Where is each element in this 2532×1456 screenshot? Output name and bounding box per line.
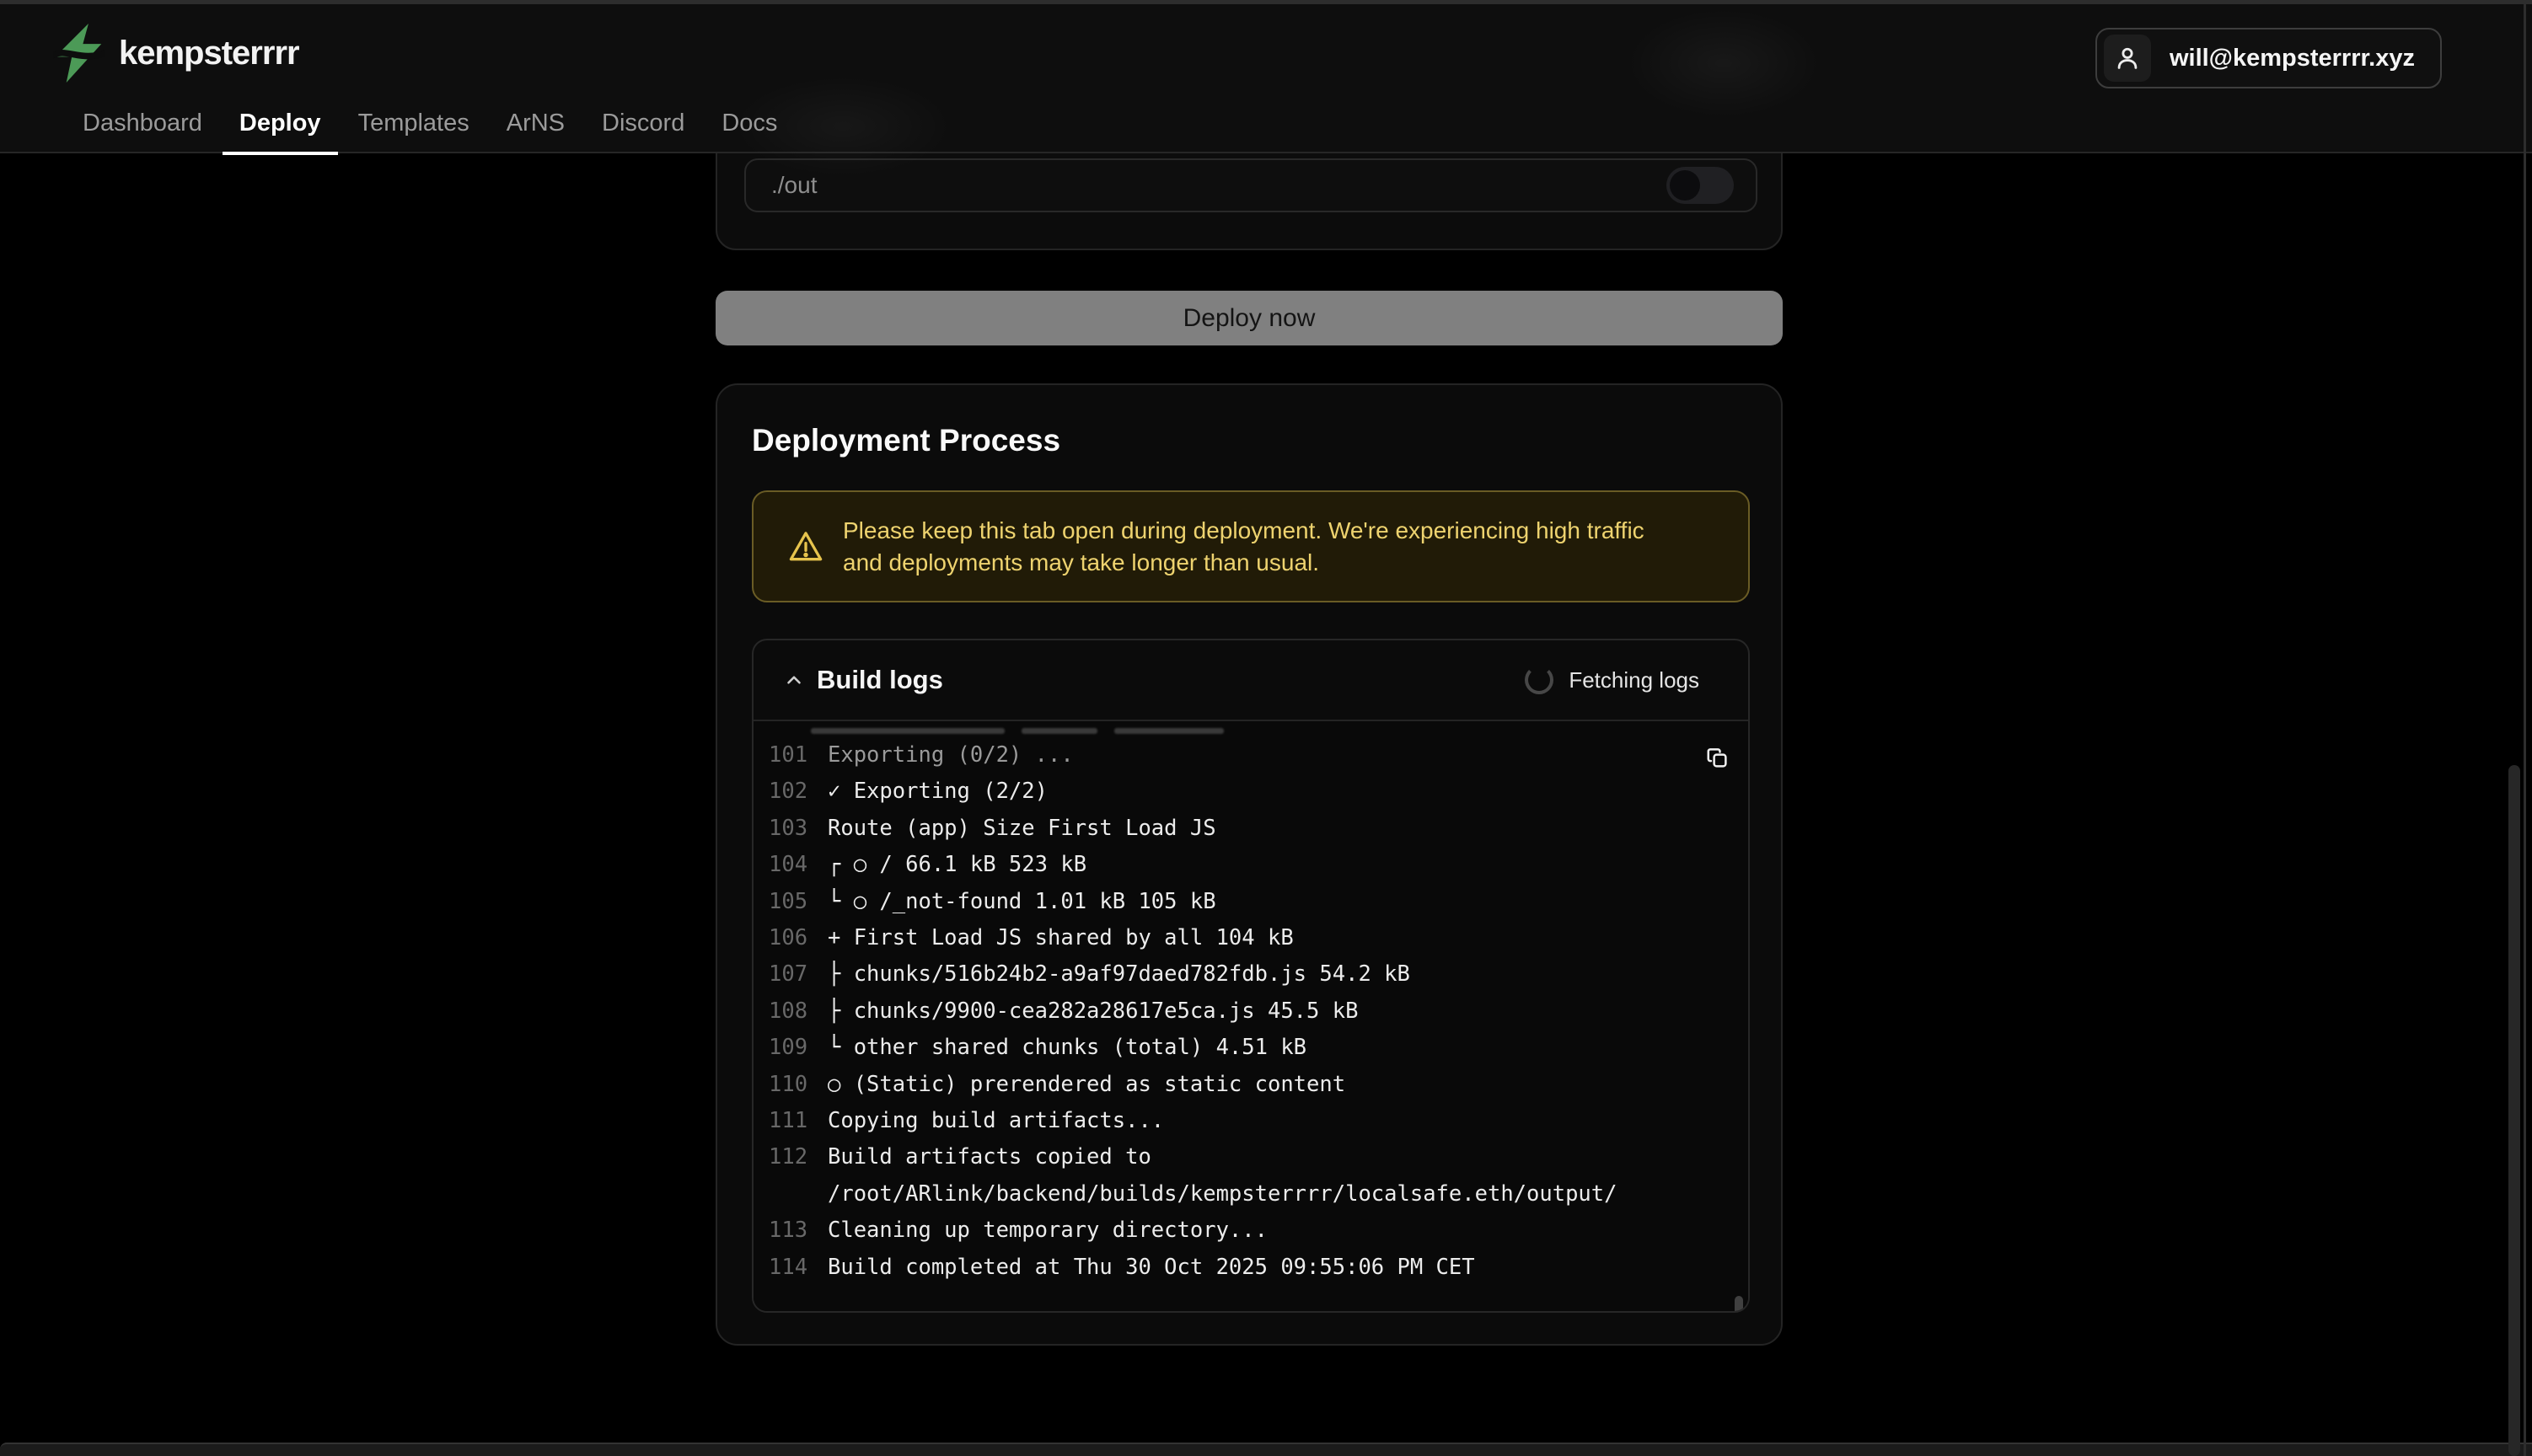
user-icon (2104, 35, 2151, 82)
log-line: 102 ✓ Exporting (2/2) (754, 774, 1748, 810)
account-button[interactable]: will@kempsterrrr.xyz (2095, 28, 2442, 88)
deployment-process-card: Deployment Process Please keep this tab … (716, 383, 1783, 1346)
output-dir-toggle[interactable] (1666, 167, 1734, 204)
nav-item-templates[interactable]: Templates (341, 93, 486, 153)
window-right-edge (2524, 0, 2526, 1456)
log-line: 112 Build artifacts copied to /root/ARli… (754, 1139, 1748, 1212)
log-line: 107 ├ chunks/516b24b2-a9af97daed782fdb.j… (754, 956, 1748, 993)
copy-icon (1705, 746, 1730, 771)
window-top-edge (0, 0, 2532, 4)
lightning-bolt-icon (53, 24, 105, 83)
build-logs-output[interactable]: 101 Exporting (0/2) ... 102 ✓ Exporting … (754, 721, 1748, 1313)
account-email: will@kempsterrrr.xyz (2170, 45, 2415, 72)
log-line: 111 Copying build artifacts... (754, 1103, 1748, 1139)
page-scrollbar-thumb[interactable] (2508, 765, 2520, 1456)
brand-name: kempsterrrr (119, 35, 299, 72)
header-glow (1627, 8, 1821, 118)
log-line: 106 + First Load JS shared by all 104 kB (754, 920, 1748, 956)
deployment-warning-banner: Please keep this tab open during deploym… (752, 490, 1750, 602)
log-line: 101 Exporting (0/2) ... (754, 737, 1748, 774)
chevron-up-icon (783, 669, 805, 691)
toggle-knob (1670, 170, 1700, 201)
copy-logs-button[interactable] (1703, 743, 1733, 774)
log-line: 104 ┌ ○ / 66.1 kB 523 kB (754, 847, 1748, 883)
clipped-log-line (811, 728, 1748, 734)
log-line: 105 └ ○ /_not-found 1.01 kB 105 kB (754, 884, 1748, 920)
log-line: 108 ├ chunks/9900-cea282a28617e5ca.js 45… (754, 993, 1748, 1030)
deployment-process-title: Deployment Process (752, 423, 1060, 458)
log-line: 109 └ other shared chunks (total) 4.51 k… (754, 1030, 1748, 1066)
log-line: 103 Route (app) Size First Load JS (754, 811, 1748, 847)
main-nav: Dashboard Deploy Templates ArNS Discord … (66, 93, 794, 153)
nav-item-discord[interactable]: Discord (585, 93, 701, 153)
build-logs-header[interactable]: Build logs Fetching logs (754, 640, 1748, 721)
warning-triangle-icon (787, 528, 824, 565)
log-line: 114 Build completed at Thu 30 Oct 2025 0… (754, 1250, 1748, 1286)
deploy-now-button[interactable]: Deploy now (716, 291, 1783, 345)
nav-item-docs[interactable]: Docs (705, 93, 794, 153)
output-directory-value: ./out (771, 172, 817, 199)
output-directory-field[interactable]: ./out (744, 158, 1757, 212)
bottom-panel-edge (0, 1443, 2532, 1456)
logs-status: Fetching logs (1525, 666, 1699, 694)
logs-status-text: Fetching logs (1569, 667, 1699, 693)
nav-item-arns[interactable]: ArNS (490, 93, 582, 153)
build-logs-title: Build logs (817, 665, 943, 695)
log-line: 113 Cleaning up temporary directory... (754, 1212, 1748, 1249)
deploy-now-label: Deploy now (1183, 304, 1316, 333)
logs-scrollbar-thumb[interactable] (1735, 1296, 1743, 1313)
deployment-warning-text: Please keep this tab open during deploym… (843, 515, 1686, 579)
spinner-icon (1525, 666, 1553, 694)
brand-logo[interactable]: kempsterrrr (53, 24, 299, 83)
nav-item-dashboard[interactable]: Dashboard (66, 93, 219, 153)
log-line: 110 ○ (Static) prerendered as static con… (754, 1067, 1748, 1103)
nav-item-deploy[interactable]: Deploy (223, 93, 338, 153)
build-logs-panel: Build logs Fetching logs 101 Exporting (… (752, 639, 1750, 1313)
app-header: kempsterrrr Dashboard Deploy Templates A… (0, 0, 2532, 153)
